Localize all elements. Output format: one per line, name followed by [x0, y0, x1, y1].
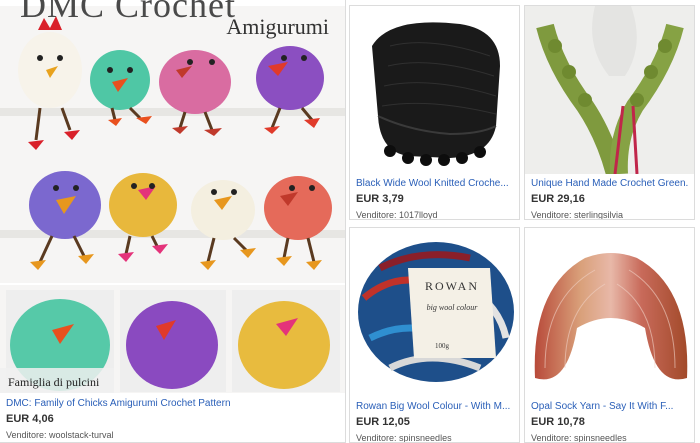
rowan-label-text: big wool colour [427, 303, 479, 312]
rowan-weight-text: 100g [435, 342, 450, 350]
product-price: EUR 3,79 [356, 193, 404, 205]
rowan-brand-text: ROWAN [425, 279, 479, 293]
product-title-link[interactable]: Unique Hand Made Crochet Green... [531, 177, 688, 190]
opal-yarn-photo [525, 228, 694, 396]
product-seller: Venditore: 1017lloyd [356, 210, 438, 220]
scarf-photo [525, 6, 694, 174]
product-card-scarf[interactable]: Unique Hand Made Crochet Green... EUR 29… [524, 5, 695, 220]
product-seller: Venditore: woolstack-turval [6, 430, 114, 440]
product-info-opal-yarn: Opal Sock Yarn - Say It With F... EUR 10… [525, 396, 694, 442]
product-image-scarf[interactable] [525, 6, 694, 174]
rowan-yarn-photo: ROWAN big wool colour 100g [350, 228, 519, 396]
product-price: EUR 10,78 [531, 416, 585, 428]
product-image-chicks[interactable]: DMC Crochet Amigurumi Famiglia di pulcin… [0, 0, 345, 393]
product-price: EUR 12,05 [356, 416, 410, 428]
product-seller: Venditore: spinsneedles [531, 433, 627, 443]
product-info-scarf: Unique Hand Made Crochet Green... EUR 29… [525, 173, 694, 219]
product-seller: Venditore: spinsneedles [356, 433, 452, 443]
chicks-image-subtitle: Amigurumi [226, 14, 329, 39]
product-info-chicks: DMC: Family of Chicks Amigurumi Crochet … [0, 392, 345, 442]
chicks-image-brand: DMC Crochet [20, 0, 236, 25]
product-card-chicks[interactable]: DMC Crochet Amigurumi Famiglia di pulcin… [0, 0, 346, 443]
product-price: EUR 29,16 [531, 193, 585, 205]
product-card-rowan-yarn[interactable]: ROWAN big wool colour 100g Rowan Big Woo… [349, 227, 520, 443]
product-image-rowan-yarn[interactable]: ROWAN big wool colour 100g [350, 228, 519, 396]
product-card-opal-yarn[interactable]: Opal Sock Yarn - Say It With F... EUR 10… [524, 227, 695, 443]
product-price: EUR 4,06 [6, 413, 54, 425]
chicks-photo [0, 0, 345, 393]
headband-photo [350, 6, 519, 174]
product-title-link[interactable]: Opal Sock Yarn - Say It With F... [531, 400, 688, 413]
product-card-headband[interactable]: Black Wide Wool Knitted Croche... EUR 3,… [349, 5, 520, 220]
product-image-opal-yarn[interactable] [525, 228, 694, 396]
product-info-headband: Black Wide Wool Knitted Croche... EUR 3,… [350, 173, 519, 219]
chicks-image-caption: Famiglia di pulcini [8, 375, 100, 389]
product-seller: Venditore: sterlingsilvia [531, 210, 624, 220]
product-title-link[interactable]: Rowan Big Wool Colour - With M... [356, 400, 513, 413]
product-image-headband[interactable] [350, 6, 519, 174]
product-title-link[interactable]: Black Wide Wool Knitted Croche... [356, 177, 513, 190]
product-info-rowan-yarn: Rowan Big Wool Colour - With M... EUR 12… [350, 396, 519, 442]
product-title-link[interactable]: DMC: Family of Chicks Amigurumi Crochet … [6, 397, 339, 410]
